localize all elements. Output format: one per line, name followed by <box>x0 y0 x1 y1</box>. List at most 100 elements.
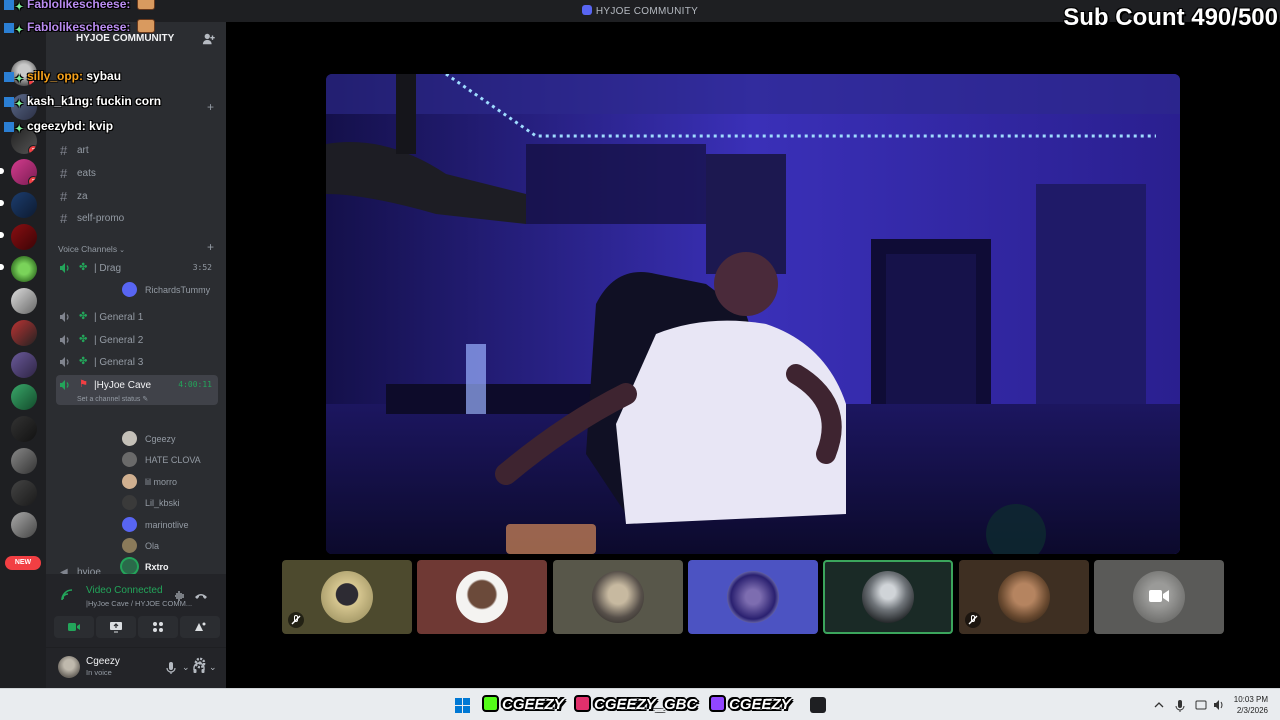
chat-separator: : <box>79 69 84 83</box>
unread-pill <box>0 168 4 174</box>
taskbar-clock[interactable]: 10:03 PM 2/3/2026 <box>1234 694 1268 716</box>
microphone-icon[interactable] <box>164 661 178 675</box>
channel-self-promo[interactable]: # self-promo <box>56 208 218 228</box>
server-icon-12[interactable] <box>11 416 37 442</box>
avatar <box>122 282 137 297</box>
badge-icon <box>4 23 14 33</box>
channel-status[interactable]: Set a channel status ✎ <box>77 395 148 403</box>
camera-icon <box>68 623 80 631</box>
voice-channel-general-3[interactable]: ✤ | General 3 <box>56 352 218 372</box>
voice-channel-hyjoe-cave[interactable]: ⚑ |HyJoe Cave 4:00:11 Set a channel stat… <box>56 375 218 405</box>
main-video-feed[interactable] <box>326 74 1180 554</box>
signal-icon[interactable] <box>60 588 74 602</box>
chat-separator: : <box>81 119 86 133</box>
kick-handle: CGEEZY <box>482 695 564 715</box>
badge-icon <box>4 122 14 132</box>
participant-tile-6[interactable] <box>959 560 1089 634</box>
avatar[interactable] <box>58 656 80 678</box>
unread-badge: 2 <box>28 145 37 154</box>
voice-category-header[interactable]: Voice Channels ⌄ <box>58 244 125 254</box>
unread-pill <box>0 232 4 238</box>
flag-icon: ⚑ <box>79 379 88 390</box>
user-status: In voice <box>86 668 112 677</box>
server-icon <box>581 5 592 15</box>
kick-icon <box>482 695 499 712</box>
hash-icon: # <box>60 211 68 226</box>
instagram-icon <box>574 695 591 712</box>
stream-video-frame <box>326 74 1180 554</box>
add-voice-channel-icon[interactable]: + <box>207 240 214 254</box>
pencil-icon: ✎ <box>142 396 149 403</box>
system-tray[interactable] <box>1152 698 1232 712</box>
avatar <box>592 571 644 623</box>
twitch-handle: CGEEZY <box>709 695 791 715</box>
server-icon-6[interactable] <box>11 224 37 250</box>
window-title-text: HYJOE COMMUNITY <box>595 6 699 17</box>
channel-art[interactable]: # art <box>56 140 218 160</box>
chat-message: ✦ Fablolikescheese: <box>4 19 155 36</box>
instagram-handle: CGEEZY_GBC <box>574 695 697 715</box>
chat-username: silly_opp <box>27 69 80 83</box>
server-icon-9[interactable] <box>11 320 37 346</box>
voice-channel-general-1[interactable]: ✤ | General 1 <box>56 307 218 327</box>
sparkle-badge-icon: ✦ <box>15 25 24 36</box>
taskbar-app-icon[interactable] <box>810 697 826 713</box>
voice-channel-general-2[interactable]: ✤ | General 2 <box>56 330 218 350</box>
server-icon-8[interactable] <box>11 288 37 314</box>
soundboard-button[interactable] <box>180 616 220 638</box>
chat-separator: : <box>126 20 131 34</box>
disconnect-icon[interactable] <box>194 590 208 602</box>
speaker-icon <box>60 335 69 345</box>
avatar <box>122 538 137 553</box>
voice-channel-label: | General 1 <box>94 312 144 323</box>
server-icon-14[interactable] <box>11 480 37 506</box>
chevron-down-icon[interactable]: ⌄ <box>182 662 190 673</box>
channel-za[interactable]: # za <box>56 186 218 206</box>
voice-timer: 3:52 <box>192 263 212 272</box>
video-stage <box>226 22 1280 688</box>
chevron-down-icon: ⌄ <box>119 247 125 254</box>
participant-tile-5[interactable] <box>823 560 953 634</box>
sparkle-badge-icon: ✦ <box>15 124 24 135</box>
voice-user-name: marinotlive <box>145 519 189 530</box>
add-channel-icon[interactable]: + <box>207 100 214 114</box>
channel-status-text: Set a channel status <box>77 396 141 403</box>
chat-username: Fablolikescheese <box>27 0 127 11</box>
social-label: CGEEZY <box>502 696 564 713</box>
channel-eats[interactable]: # eats <box>56 163 218 183</box>
avatar <box>122 452 137 468</box>
server-icon-4[interactable]: 2 <box>11 159 37 185</box>
participant-tile-3[interactable] <box>553 560 683 634</box>
user-name[interactable]: Cgeezy <box>86 656 120 667</box>
windows-start-icon[interactable] <box>455 698 470 713</box>
activities-button[interactable] <box>138 616 178 638</box>
new-badge[interactable]: NEW <box>5 556 41 570</box>
screen-share-button[interactable] <box>96 616 136 638</box>
participant-tile-1[interactable] <box>282 560 412 634</box>
speaker-icon <box>60 380 69 390</box>
participant-tile-2[interactable] <box>417 560 547 634</box>
noise-suppression-icon[interactable] <box>174 590 186 602</box>
server-icon-7[interactable] <box>11 256 37 282</box>
chat-badges: ✦ <box>4 22 25 36</box>
clover-icon: ✤ <box>79 356 88 367</box>
server-icon-15[interactable] <box>11 512 37 538</box>
camera-button[interactable] <box>54 616 94 638</box>
chevron-down-icon[interactable]: ⌄ <box>209 662 217 673</box>
voice-connected-panel: Video Connected |HyJoe Cave / HYJOE COMM… <box>46 574 226 648</box>
server-icon-10[interactable] <box>11 352 37 378</box>
participant-tile-4[interactable] <box>688 560 818 634</box>
voice-status-title[interactable]: Video Connected <box>86 585 163 596</box>
server-icon-5[interactable] <box>11 192 37 218</box>
avatar <box>456 571 508 623</box>
voice-channel-drag[interactable]: ✤ | Drag 3:52 <box>56 258 218 278</box>
screen-share-icon <box>110 622 122 633</box>
gear-icon[interactable] <box>193 656 207 670</box>
server-icon-11[interactable] <box>11 384 37 410</box>
category-label: Voice Channels <box>58 244 118 254</box>
participant-tile-7[interactable] <box>1094 560 1224 634</box>
server-icon-13[interactable] <box>11 448 37 474</box>
avatar <box>321 571 373 623</box>
add-member-icon[interactable] <box>202 32 216 46</box>
chat-username: cgeezybd <box>27 119 82 133</box>
